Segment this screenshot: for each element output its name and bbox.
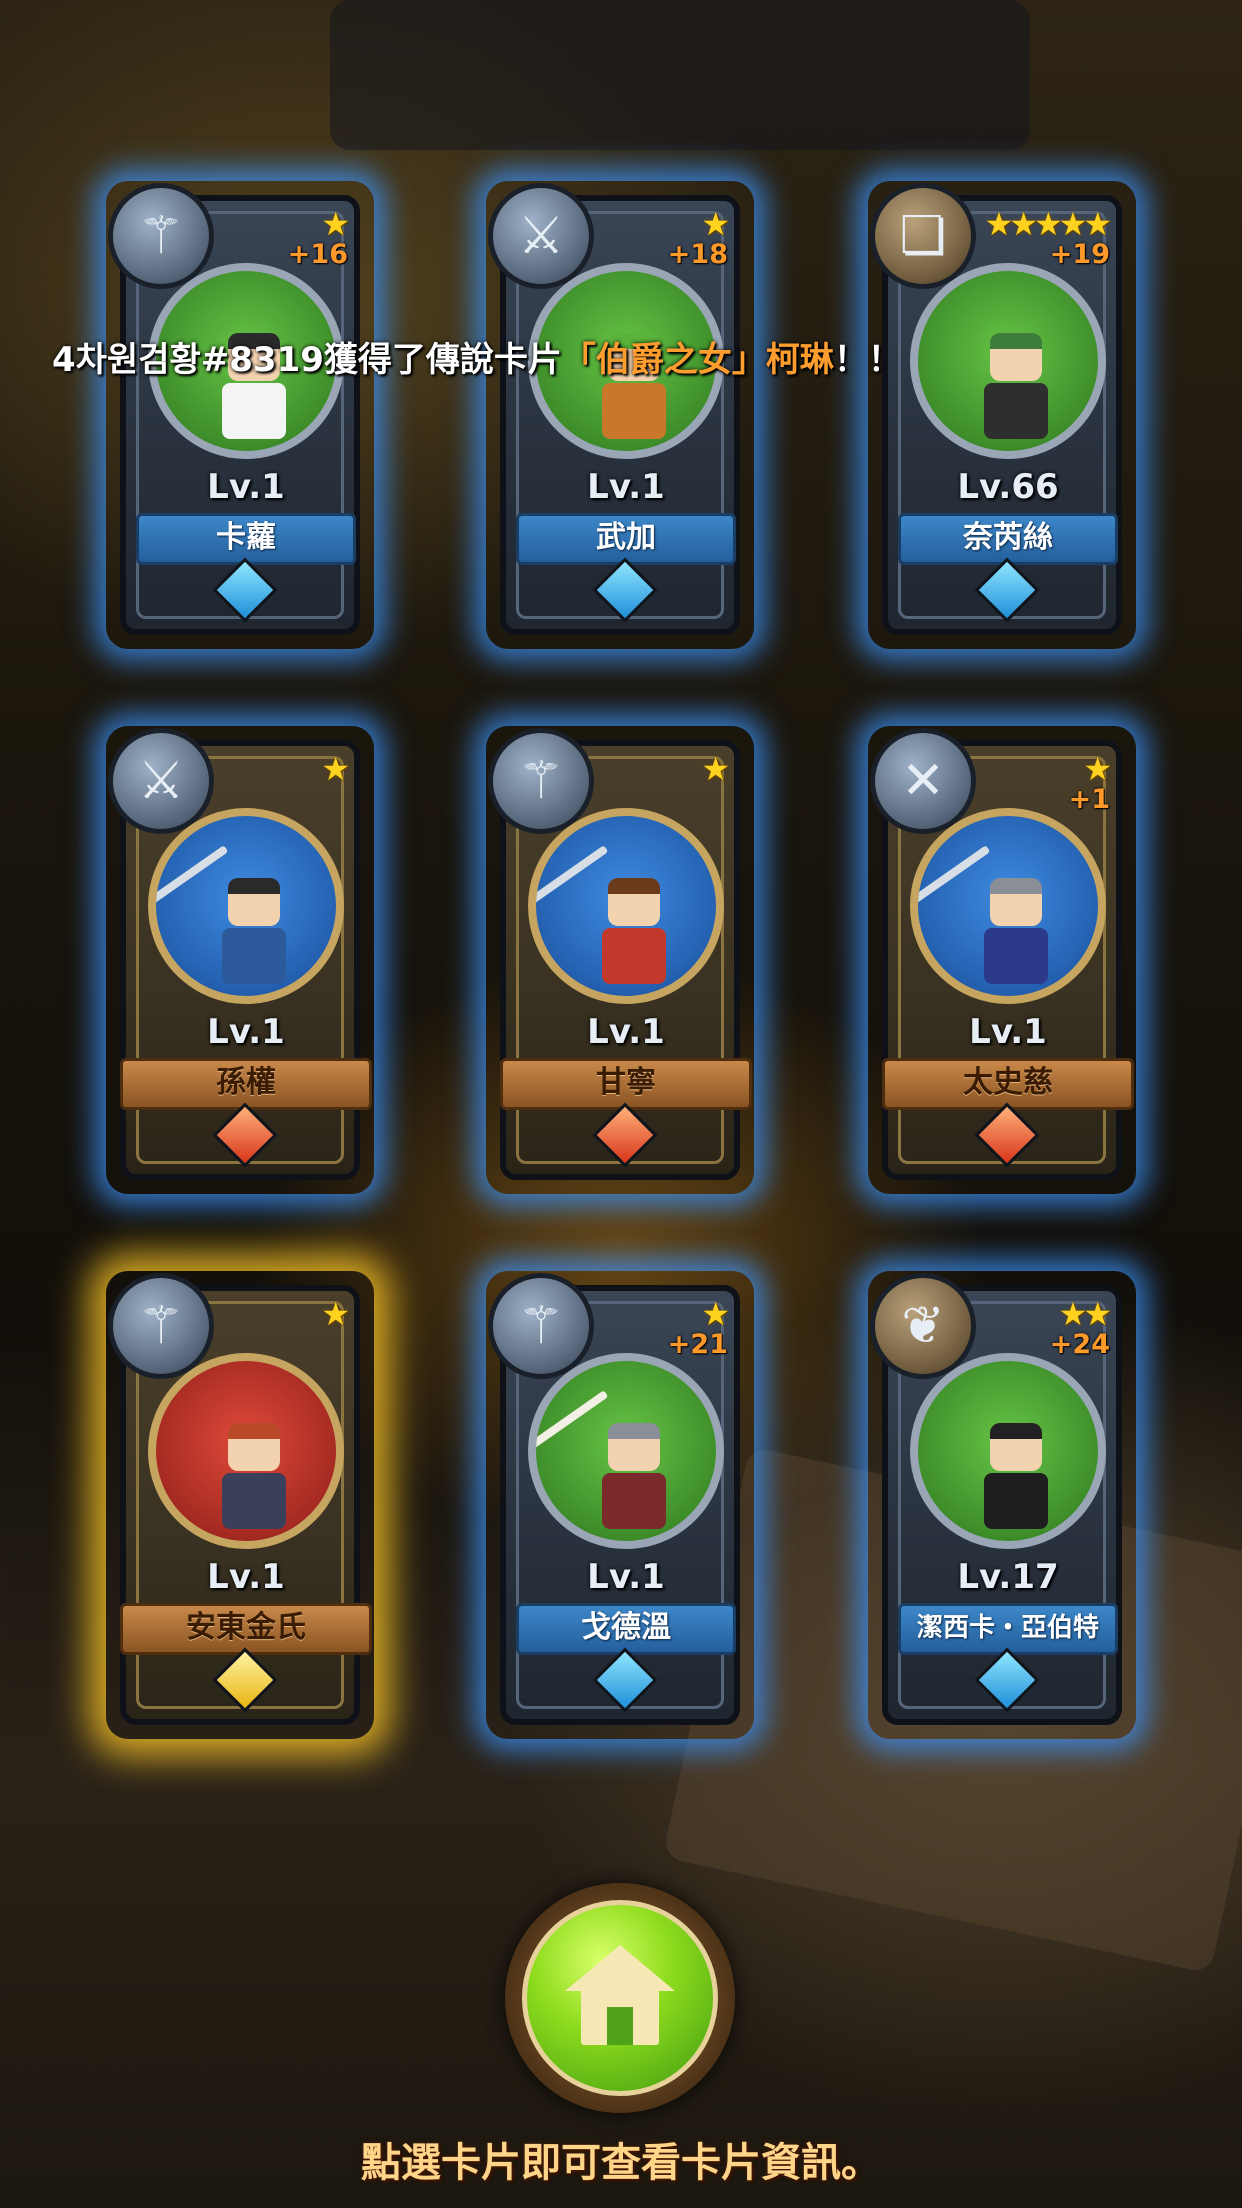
hero-portrait bbox=[528, 1353, 724, 1549]
star-rating: ★ bbox=[701, 205, 730, 243]
card-name: 奈芮絲 bbox=[898, 513, 1118, 565]
card-plus: +18 bbox=[667, 239, 728, 270]
card-level: Lv.1 bbox=[587, 1557, 665, 1597]
hero-portrait bbox=[910, 808, 1106, 1004]
card-level: Lv.17 bbox=[957, 1557, 1059, 1597]
card-name: 甘寧 bbox=[500, 1058, 752, 1110]
hero-portrait bbox=[148, 1353, 344, 1549]
card-name: 孫權 bbox=[120, 1058, 372, 1110]
announcement-player: 4차원검황#8319 bbox=[52, 340, 324, 380]
trident-icon: ⚚ bbox=[108, 183, 214, 289]
card-name: 安東金氏 bbox=[120, 1603, 372, 1655]
star-rating: ★ bbox=[1083, 750, 1112, 788]
card-name: 武加 bbox=[516, 513, 736, 565]
card-name: 卡蘿 bbox=[136, 513, 356, 565]
hero-card[interactable]: Lv.1 甘寧 ⚚ ★ bbox=[488, 728, 752, 1180]
axe-icon: ⚔ bbox=[108, 728, 214, 834]
hero-portrait bbox=[528, 808, 724, 1004]
hero-card[interactable]: Lv.1 安東金氏 ⚚ ★ bbox=[108, 1273, 372, 1725]
star-rating: ★★ bbox=[1058, 1295, 1112, 1333]
star-rating: ★ bbox=[701, 750, 730, 788]
announcement-suffix: ！！ bbox=[833, 340, 902, 380]
crossed-swords-icon: ✕ bbox=[870, 728, 976, 834]
star-rating: ★ bbox=[321, 750, 350, 788]
card-plus: +19 bbox=[1049, 239, 1110, 270]
wings-icon: ❦ bbox=[870, 1273, 976, 1379]
axe-icon: ⚔ bbox=[488, 183, 594, 289]
hero-card[interactable]: Lv.66 奈芮絲 ❏ ★★★★★ +19 bbox=[870, 183, 1122, 635]
hero-portrait bbox=[148, 808, 344, 1004]
star-rating: ★★★★★ bbox=[984, 205, 1112, 243]
card-level: Lv.1 bbox=[207, 467, 285, 507]
announcement-action: 獲得了傳說卡片 bbox=[323, 340, 562, 380]
hero-card[interactable]: Lv.1 武加 ⚔ ★ +18 bbox=[488, 183, 740, 635]
book-icon: ❏ bbox=[870, 183, 976, 289]
star-rating: ★ bbox=[321, 205, 350, 243]
hero-portrait bbox=[910, 263, 1106, 459]
announcement-card-title: 「伯爵之女」 bbox=[561, 340, 766, 380]
announcement-card-name: 柯琳 bbox=[765, 340, 834, 380]
card-level: Lv.66 bbox=[957, 467, 1059, 507]
card-level: Lv.1 bbox=[207, 1557, 285, 1597]
trident-icon: ⚚ bbox=[488, 1273, 594, 1379]
card-level: Lv.1 bbox=[587, 467, 665, 507]
background-panel-top bbox=[330, 0, 1030, 150]
card-name: 戈德溫 bbox=[516, 1603, 736, 1655]
trident-icon: ⚚ bbox=[488, 728, 594, 834]
card-level: Lv.1 bbox=[587, 1012, 665, 1052]
home-icon bbox=[565, 1945, 675, 2045]
card-name: 太史慈 bbox=[882, 1058, 1134, 1110]
hero-card[interactable]: Lv.1 戈德溫 ⚚ ★ +21 bbox=[488, 1273, 740, 1725]
hero-card[interactable]: Lv.1 太史慈 ✕ ★ +1 bbox=[870, 728, 1134, 1180]
home-button[interactable] bbox=[522, 1900, 718, 2096]
legendary-card-announcement: 4차원검황#8319獲得了傳說卡片「伯爵之女」柯琳！！ bbox=[52, 332, 902, 381]
hero-card[interactable]: Lv.1 孫權 ⚔ ★ bbox=[108, 728, 372, 1180]
hint-text: 點選卡片即可查看卡片資訊。 bbox=[361, 2140, 881, 2186]
card-name: 潔西卡・亞伯特 bbox=[898, 1603, 1118, 1655]
star-rating: ★ bbox=[701, 1295, 730, 1333]
hero-card[interactable]: Lv.1 卡蘿 ⚚ ★ +16 bbox=[108, 183, 360, 635]
card-plus: +16 bbox=[287, 239, 348, 270]
card-plus: +21 bbox=[667, 1329, 728, 1360]
card-level: Lv.1 bbox=[969, 1012, 1047, 1052]
trident-icon: ⚚ bbox=[108, 1273, 214, 1379]
card-level: Lv.1 bbox=[207, 1012, 285, 1052]
hero-portrait bbox=[910, 1353, 1106, 1549]
star-rating: ★ bbox=[321, 1295, 350, 1333]
card-plus: +1 bbox=[1068, 784, 1110, 815]
hero-card[interactable]: Lv.17 潔西卡・亞伯特 ❦ ★★ +24 bbox=[870, 1273, 1122, 1725]
card-plus: +24 bbox=[1049, 1329, 1110, 1360]
